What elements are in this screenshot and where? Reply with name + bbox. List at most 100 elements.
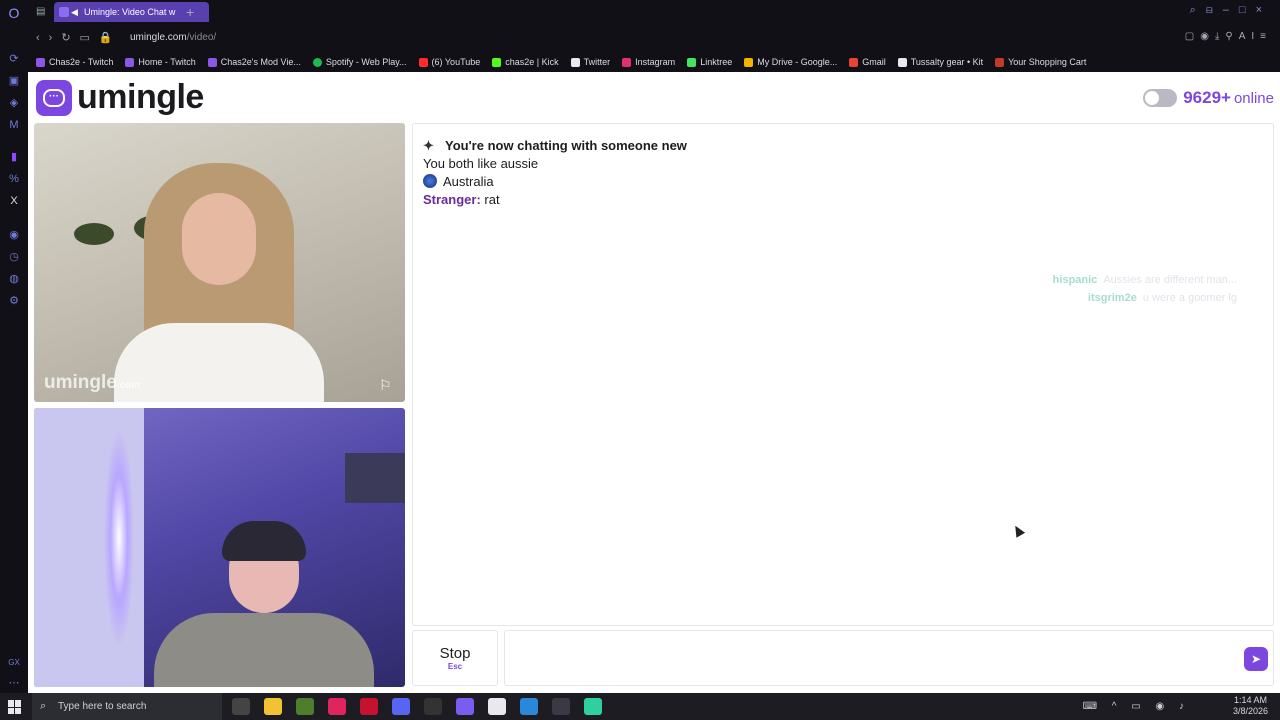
online-label: online [1233, 89, 1274, 107]
bookmark-favicon-icon [849, 57, 859, 67]
chat-panel: ✦ You're now chatting with someone new Yo… [412, 123, 1274, 626]
sidebar-player-icon[interactable]: ◉ [7, 228, 21, 242]
sidebar-refresh-icon[interactable]: ⟳ [7, 52, 21, 66]
sidebar-x-icon[interactable]: X [7, 194, 21, 208]
clock-time: 1:14 AM [1233, 695, 1267, 705]
file-explorer-icon[interactable] [264, 698, 282, 715]
stop-button[interactable]: Stop Esc [412, 630, 498, 686]
windows-start-icon[interactable] [8, 700, 22, 714]
overlay-user: hispanic [1052, 274, 1098, 286]
bookmark-item[interactable]: Chas2e - Twitch [36, 57, 113, 67]
stranger-message: Stranger: rat [423, 191, 687, 209]
bookmark-favicon-icon [995, 57, 1005, 67]
bookmark-label: My Drive - Google... [757, 57, 838, 67]
stop-key-hint: Esc [447, 662, 463, 671]
send-button[interactable]: ➤ [1244, 647, 1268, 671]
speaker-icon[interactable]: ◀ [71, 2, 78, 22]
bookmark-item[interactable]: Spotify - Web Play... [312, 57, 407, 67]
discord-icon[interactable] [392, 698, 410, 715]
bookmark-label: Twitter [583, 57, 611, 67]
opera-sidebar: O ⟳ ▣ ◈ M ▮ % X ◉ ◷ ◍ ⚙ GX ⋯ [0, 0, 28, 693]
tab-menu-icons[interactable]: ▤ [36, 6, 45, 17]
sidebar-settings-icon[interactable]: ⚙ [7, 294, 21, 308]
taskbar-search-input[interactable]: ⌕ Type here to search [32, 693, 222, 720]
sidebar-m-icon[interactable]: M [7, 118, 21, 132]
globe-icon [423, 174, 437, 188]
bookmark-favicon-icon [897, 57, 907, 67]
country-line: Australia [423, 173, 687, 191]
bookmark-favicon-icon [622, 57, 632, 67]
bookmark-item[interactable]: Home - Twitch [125, 57, 196, 67]
self-video [34, 408, 405, 687]
bookmark-favicon-icon [687, 57, 697, 67]
report-flag-icon[interactable]: ⚐ [379, 378, 395, 392]
new-tab-button[interactable]: + [186, 2, 194, 22]
system-tray-icons[interactable]: ⌨ ^ ▭ ◉ ♪ [1083, 701, 1190, 712]
bookmark-favicon-icon [312, 57, 322, 67]
bookmark-item[interactable]: Linktree [687, 57, 732, 67]
sidebar-more-icon[interactable]: ⋯ [7, 676, 21, 690]
stranger-person-image [114, 163, 324, 402]
url-path: /video/ [186, 32, 217, 43]
bookmark-item[interactable]: Chas2e's Mod Vie... [207, 57, 301, 67]
sidebar-messenger-icon[interactable]: ◈ [7, 96, 21, 110]
sidebar-bag-icon[interactable]: ▣ [7, 74, 21, 88]
app-c-icon[interactable] [520, 698, 538, 715]
bookmark-favicon-icon [418, 57, 428, 67]
task-view-icon[interactable] [232, 698, 250, 715]
toolbar-right-icons[interactable]: ▢◉⤓⚲AI≡ [1185, 31, 1272, 42]
toggle-knob [1145, 91, 1160, 105]
site-logo[interactable]: ··· umingle [36, 78, 204, 117]
bookmark-item[interactable]: My Drive - Google... [744, 57, 837, 67]
opera-gx-icon[interactable] [360, 698, 378, 715]
overlay-message: hispanic Aussies are different man... [1053, 271, 1237, 289]
system-message-text: You're now chatting with someone new [445, 138, 687, 153]
country-name: Australia [443, 174, 494, 189]
sidebar-twitch-icon[interactable]: ▮ [7, 150, 21, 164]
address-bar: ‹›↻▭🔒 umingle.com/video/ ▢◉⤓⚲AI≡ [28, 24, 1280, 52]
chat-messages: ✦ You're now chatting with someone new Yo… [423, 137, 687, 209]
opera-logo-icon[interactable]: O [7, 6, 21, 20]
sidebar-gx-icon[interactable]: GX [7, 656, 21, 670]
minecraft-icon[interactable] [296, 698, 314, 715]
sparkle-icon: ✦ [423, 138, 434, 153]
plant-image [74, 223, 114, 245]
bookmark-item[interactable]: Instagram [622, 57, 675, 67]
bookmark-label: Tussalty gear • Kit [910, 57, 984, 67]
bookmark-label: (6) YouTube [431, 57, 481, 67]
grid-app-icon[interactable] [456, 698, 474, 715]
bookmark-item[interactable]: Your Shopping Cart [995, 57, 1086, 67]
windows-taskbar: ⌕ Type here to search ⌨ ^ ▭ ◉ ♪ 1:14 AM 3/… [0, 693, 1280, 720]
window-controls[interactable]: ⌕⊟–□× [1190, 4, 1272, 17]
app-green-icon[interactable] [584, 698, 602, 715]
sidebar-history-icon[interactable]: ◷ [7, 250, 21, 264]
steam-icon[interactable] [424, 698, 442, 715]
sidebar-percent-icon[interactable]: % [7, 172, 21, 186]
tab-favicon-icon [59, 7, 69, 17]
message-input[interactable]: ➤ [504, 630, 1274, 686]
bookmark-item[interactable]: Gmail [849, 57, 886, 67]
stranger-message-text: rat [484, 192, 500, 207]
overlay-text: Aussies are different man... [1103, 274, 1237, 286]
theme-toggle[interactable] [1143, 89, 1178, 107]
overlay-message: itsgrim2e u were a goomer lg [1053, 289, 1237, 307]
url-field[interactable]: umingle.com/video/ [130, 32, 216, 43]
obs-icon[interactable] [488, 698, 506, 715]
app-icon[interactable] [328, 698, 346, 715]
poster-image [345, 453, 405, 503]
bookmark-label: chas2e | Kick [505, 57, 559, 67]
clock[interactable]: 1:14 AM 3/8/2026 [1233, 695, 1268, 717]
sidebar-chat-icon[interactable]: ◍ [7, 272, 21, 286]
bookmark-item[interactable]: Twitter [570, 57, 611, 67]
bookmark-item[interactable]: (6) YouTube [418, 57, 481, 67]
bookmark-item[interactable]: Tussalty gear • Kit [897, 57, 984, 67]
ai-button[interactable]: AI [1239, 31, 1260, 42]
bookmark-item[interactable]: chas2e | Kick [492, 57, 559, 67]
nav-buttons[interactable]: ‹›↻▭🔒 [36, 31, 122, 44]
bookmark-label: Instagram [635, 57, 676, 67]
umingle-page: ··· umingle 9629+ online umingle.com ⚐ ✦… [28, 72, 1280, 693]
bookmark-label: Gmail [862, 57, 886, 67]
stranger-label: Stranger: [423, 192, 481, 207]
app-4k-icon[interactable] [552, 698, 570, 715]
interest-line: You both like aussie [423, 156, 539, 171]
